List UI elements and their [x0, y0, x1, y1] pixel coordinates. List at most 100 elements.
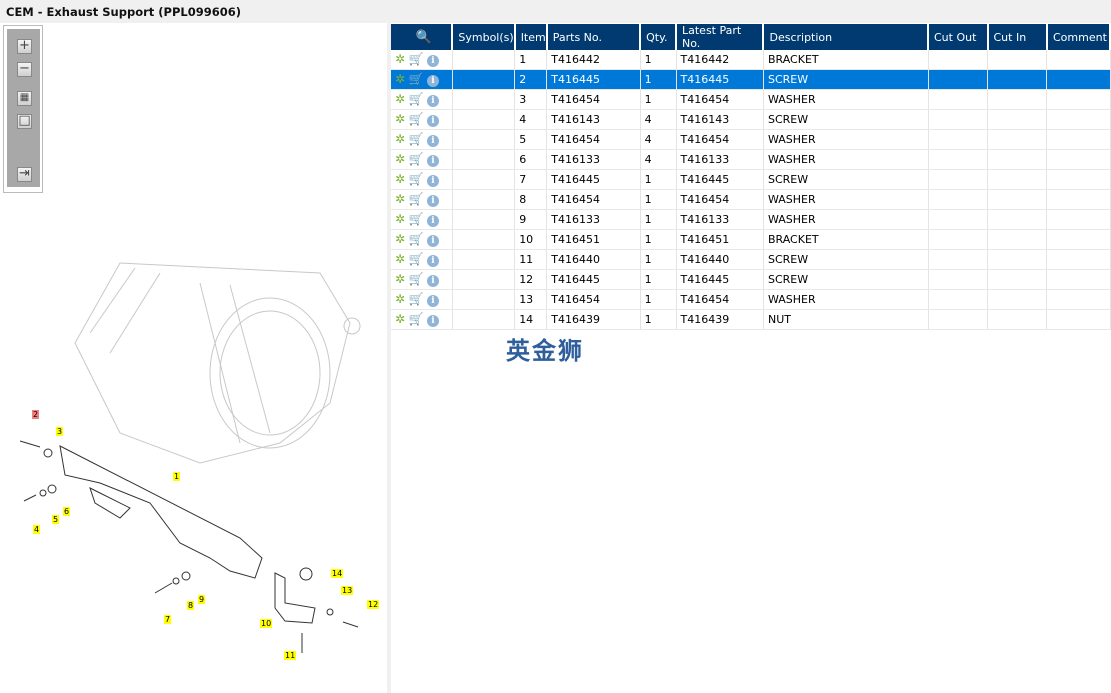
callout-13[interactable]: 13: [341, 586, 354, 595]
table-row[interactable]: ✲ 🛒 i 10 T416451 1 T416451 BRACKET: [391, 229, 1111, 250]
gear-icon[interactable]: ✲: [395, 272, 405, 286]
part-no-cell: T416143: [546, 109, 641, 130]
actual-size-button[interactable]: □: [17, 114, 32, 129]
cart-icon[interactable]: 🛒: [409, 72, 424, 86]
cart-icon[interactable]: 🛒: [409, 192, 424, 206]
qty-cell: 1: [640, 50, 677, 70]
table-row[interactable]: ✲ 🛒 i 6 T416133 4 T416133 WASHER: [391, 149, 1111, 170]
column-header[interactable]: Cut Out: [928, 24, 989, 50]
callout-3[interactable]: 3: [56, 427, 64, 436]
callout-5[interactable]: 5: [52, 515, 60, 524]
cart-icon[interactable]: 🛒: [409, 132, 424, 146]
description-cell: WASHER: [763, 89, 929, 110]
gear-icon[interactable]: ✲: [395, 232, 405, 246]
export-button[interactable]: ⇥: [17, 167, 32, 182]
callout-1[interactable]: 1: [173, 472, 181, 481]
fit-view-button[interactable]: ▦: [17, 91, 32, 106]
table-row[interactable]: ✲ 🛒 i 1 T416442 1 T416442 BRACKET: [391, 50, 1111, 70]
callout-8[interactable]: 8: [187, 601, 195, 610]
column-header[interactable]: Comment: [1046, 24, 1111, 50]
column-header[interactable]: Description: [763, 24, 929, 50]
cart-icon[interactable]: 🛒: [409, 172, 424, 186]
cart-icon[interactable]: 🛒: [409, 232, 424, 246]
gear-icon[interactable]: ✲: [395, 112, 405, 126]
cart-icon[interactable]: 🛒: [409, 252, 424, 266]
symbol-cell: [452, 269, 516, 290]
callout-2[interactable]: 2: [32, 410, 40, 419]
cart-icon[interactable]: 🛒: [409, 92, 424, 106]
gear-icon[interactable]: ✲: [395, 252, 405, 266]
search-parts-icon[interactable]: 🔍: [416, 30, 432, 45]
info-icon[interactable]: i: [427, 115, 440, 127]
cut-in-cell: [987, 209, 1048, 230]
column-header[interactable]: Latest Part No.: [676, 24, 765, 50]
gear-icon[interactable]: ✲: [395, 312, 405, 326]
table-row[interactable]: ✲ 🛒 i 8 T416454 1 T416454 WASHER: [391, 189, 1111, 210]
table-row[interactable]: ✲ 🛒 i 11 T416440 1 T416440 SCREW: [391, 249, 1111, 270]
cart-icon[interactable]: 🛒: [409, 312, 424, 326]
table-row[interactable]: ✲ 🛒 i 3 T416454 1 T416454 WASHER: [391, 89, 1111, 110]
cart-icon[interactable]: 🛒: [409, 52, 424, 66]
zoom-out-button[interactable]: −: [17, 62, 32, 77]
part-no-cell: T416133: [546, 209, 641, 230]
comment-cell: [1046, 269, 1111, 290]
gear-icon[interactable]: ✲: [395, 132, 405, 146]
column-header[interactable]: Symbol(s): [452, 24, 516, 50]
table-row[interactable]: ✲ 🛒 i 2 T416445 1 T416445 SCREW: [391, 69, 1111, 90]
parts-table: 🔍 Symbol(s) Item Parts No. Qty. Latest Part N…: [391, 24, 1111, 330]
info-icon[interactable]: i: [427, 75, 440, 87]
info-icon[interactable]: i: [427, 195, 440, 207]
gear-icon[interactable]: ✲: [395, 212, 405, 226]
column-header[interactable]: Qty.: [640, 24, 677, 50]
info-icon[interactable]: i: [427, 255, 440, 267]
callout-14[interactable]: 14: [331, 569, 344, 578]
latest-part-cell: T416445: [676, 69, 764, 90]
cart-icon[interactable]: 🛒: [409, 272, 424, 286]
info-icon[interactable]: i: [427, 55, 440, 67]
info-icon[interactable]: i: [427, 175, 440, 187]
diagram-panel[interactable]: 1 2 3 4 5 6 7 8 9 10 11 12 13 14: [0, 23, 387, 693]
table-row[interactable]: ✲ 🛒 i 14 T416439 1 T416439 NUT: [391, 309, 1111, 330]
cart-icon[interactable]: 🛒: [409, 292, 424, 306]
table-row[interactable]: ✲ 🛒 i 5 T416454 4 T416454 WASHER: [391, 129, 1111, 150]
info-icon[interactable]: i: [427, 235, 440, 247]
search-column-header[interactable]: 🔍: [391, 24, 454, 50]
description-cell: SCREW: [763, 69, 929, 90]
zoom-in-button[interactable]: +: [17, 39, 32, 54]
cart-icon[interactable]: 🛒: [409, 212, 424, 226]
column-header[interactable]: Parts No.: [546, 24, 642, 50]
gear-icon[interactable]: ✲: [395, 72, 405, 86]
description-cell: SCREW: [763, 269, 929, 290]
info-icon[interactable]: i: [427, 155, 440, 167]
column-header[interactable]: Item: [514, 24, 548, 50]
info-icon[interactable]: i: [427, 95, 440, 107]
item-cell: 6: [514, 149, 548, 170]
table-row[interactable]: ✲ 🛒 i 7 T416445 1 T416445 SCREW: [391, 169, 1111, 190]
info-icon[interactable]: i: [427, 315, 440, 327]
gear-icon[interactable]: ✲: [395, 52, 405, 66]
table-row[interactable]: ✲ 🛒 i 12 T416445 1 T416445 SCREW: [391, 269, 1111, 290]
info-icon[interactable]: i: [427, 215, 440, 227]
description-cell: SCREW: [763, 109, 929, 130]
callout-11[interactable]: 11: [284, 651, 297, 660]
callout-12[interactable]: 12: [367, 600, 380, 609]
callout-10[interactable]: 10: [260, 619, 273, 628]
callout-6[interactable]: 6: [63, 507, 71, 516]
callout-7[interactable]: 7: [164, 615, 172, 624]
gear-icon[interactable]: ✲: [395, 152, 405, 166]
cart-icon[interactable]: 🛒: [409, 152, 424, 166]
info-icon[interactable]: i: [427, 275, 440, 287]
info-icon[interactable]: i: [427, 135, 440, 147]
gear-icon[interactable]: ✲: [395, 292, 405, 306]
gear-icon[interactable]: ✲: [395, 92, 405, 106]
column-header[interactable]: Cut In: [987, 24, 1048, 50]
table-row[interactable]: ✲ 🛒 i 4 T416143 4 T416143 SCREW: [391, 109, 1111, 130]
gear-icon[interactable]: ✲: [395, 172, 405, 186]
callout-9[interactable]: 9: [198, 595, 206, 604]
info-icon[interactable]: i: [427, 295, 440, 307]
table-row[interactable]: ✲ 🛒 i 9 T416133 1 T416133 WASHER: [391, 209, 1111, 230]
cart-icon[interactable]: 🛒: [409, 112, 424, 126]
callout-4[interactable]: 4: [33, 525, 41, 534]
gear-icon[interactable]: ✲: [395, 192, 405, 206]
table-row[interactable]: ✲ 🛒 i 13 T416454 1 T416454 WASHER: [391, 289, 1111, 310]
